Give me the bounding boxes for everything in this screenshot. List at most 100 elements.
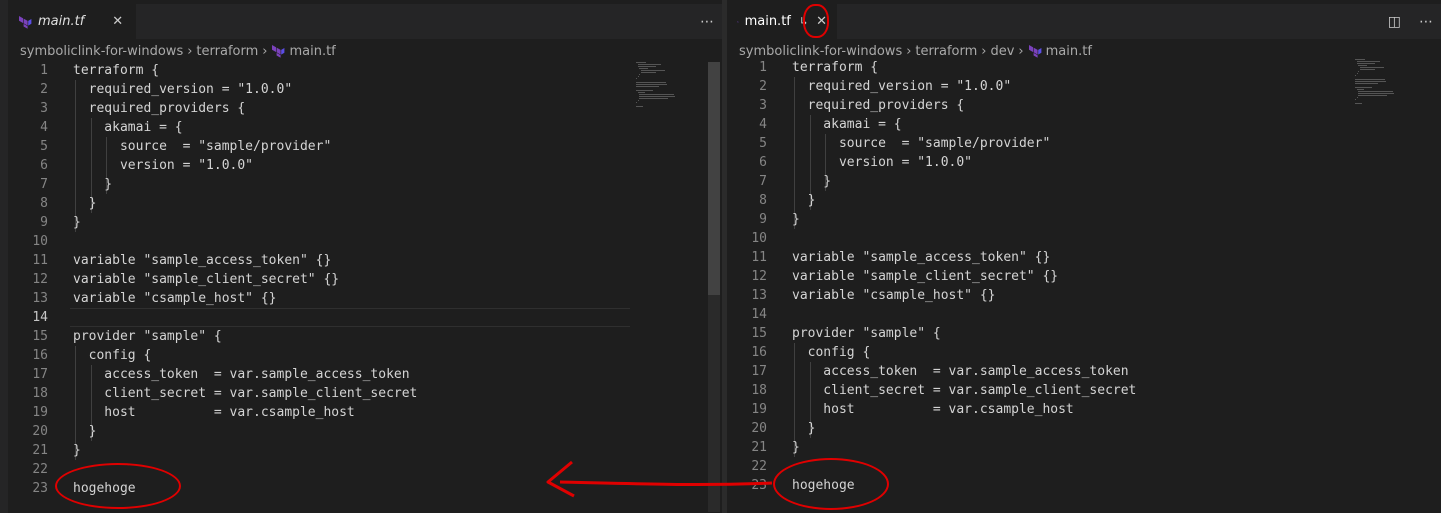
minimap-line [640,72,657,73]
code-line[interactable]: 4 akamai = { [8,118,628,137]
code-text: required_version = "1.0.0" [792,79,1012,94]
close-icon[interactable]: ✕ [112,14,123,29]
line-number: 17 [32,367,48,382]
code-text: provider "sample" { [792,326,941,341]
line-number: 7 [40,177,48,192]
more-actions-icon[interactable]: ⋯ [1419,14,1433,30]
code-line[interactable]: 9} [727,210,1347,229]
split-editor-icon[interactable]: ◫ [1388,14,1401,30]
code-line[interactable]: 14 [727,305,1347,324]
left-code-editor[interactable]: 1 terraform {2 required_version = "1.0.0"… [8,61,722,513]
left-breadcrumb: symboliclink-for-windows › terraform › m… [20,40,336,62]
breadcrumb-item[interactable]: symboliclink-for-windows [20,44,183,59]
code-line[interactable]: 10 [727,229,1347,248]
symlink-annotation-circle [803,4,829,38]
code-text: } [792,212,800,227]
more-actions-icon[interactable]: ⋯ [700,14,714,30]
line-number: 7 [759,174,767,189]
code-line[interactable]: 20 } [727,419,1347,438]
code-line[interactable]: 12 variable "sample_client_secret" {} [8,270,628,289]
line-number: 11 [751,250,767,265]
line-number: 9 [759,212,767,227]
code-line[interactable]: 17 access_token = var.sample_access_toke… [8,365,628,384]
code-text: required_version = "1.0.0" [73,82,293,97]
terraform-icon [19,15,32,29]
code-line[interactable]: 14 [8,308,628,327]
code-text: akamai = { [792,117,902,132]
minimap-line [1355,103,1363,104]
line-number: 1 [759,60,767,75]
code-line[interactable]: 18 client_secret = var.sample_client_sec… [8,384,628,403]
code-line[interactable]: 3 required_providers { [8,99,628,118]
breadcrumb-item[interactable]: terraform [915,44,977,59]
code-line[interactable]: 16 config { [8,346,628,365]
code-line[interactable]: 1 terraform { [727,58,1347,77]
code-line[interactable]: 11 variable "sample_access_token" {} [727,248,1347,267]
breadcrumb-item[interactable]: main.tf [289,44,335,59]
line-number: 6 [759,155,767,170]
minimap-line [636,84,667,85]
right-minimap[interactable] [1355,59,1415,119]
code-line[interactable]: 5 source = "sample/provider" [727,134,1347,153]
line-number: 19 [32,405,48,420]
code-line[interactable]: 18 client_secret = var.sample_client_sec… [727,381,1347,400]
code-line[interactable]: 8 } [727,191,1347,210]
line-number: 10 [751,231,767,246]
line-number: 19 [751,402,767,417]
code-text: required_providers { [792,98,965,113]
code-text: } [73,443,81,458]
code-text: version = "1.0.0" [73,158,254,173]
line-number: 9 [40,215,48,230]
code-line[interactable]: 19 host = var.csample_host [8,403,628,422]
code-line[interactable]: 6 version = "1.0.0" [727,153,1347,172]
line-number: 13 [751,288,767,303]
minimap-line [639,68,649,69]
terraform-icon [1028,45,1042,58]
breadcrumb-item[interactable]: dev [990,44,1014,59]
code-line[interactable]: 6 version = "1.0.0" [8,156,628,175]
code-line[interactable]: 10 [8,232,628,251]
code-line[interactable]: 21} [727,438,1347,457]
code-line[interactable]: 15 provider "sample" { [727,324,1347,343]
code-line[interactable]: 17 access_token = var.sample_access_toke… [727,362,1347,381]
right-code-editor[interactable]: 1 terraform {2 required_version = "1.0.0"… [727,58,1441,513]
code-line[interactable]: 15 provider "sample" { [8,327,628,346]
line-number: 5 [759,136,767,151]
line-number: 12 [32,272,48,287]
code-line[interactable]: 3 required_providers { [727,96,1347,115]
line-number: 3 [759,98,767,113]
code-line[interactable]: 1 terraform { [8,61,628,80]
code-text: host = var.csample_host [73,405,355,420]
right-hogehoge-annotation-circle [773,458,889,510]
code-line[interactable]: 19 host = var.csample_host [727,400,1347,419]
code-line[interactable]: 2 required_version = "1.0.0" [727,77,1347,96]
code-line[interactable]: 8 } [8,194,628,213]
code-line[interactable]: 9} [8,213,628,232]
code-line[interactable]: 13 variable "csample_host" {} [727,286,1347,305]
code-line[interactable]: 7 } [727,172,1347,191]
minimap-line [637,64,661,65]
code-line[interactable]: 7 } [8,175,628,194]
breadcrumb-item[interactable]: main.tf [1046,44,1092,59]
code-line[interactable]: 21} [8,441,628,460]
code-line[interactable]: 16 config { [727,343,1347,362]
code-line[interactable]: 4 akamai = { [727,115,1347,134]
code-line[interactable]: 11 variable "sample_access_token" {} [8,251,628,270]
left-scrollbar-thumb[interactable] [708,62,720,295]
breadcrumb-item[interactable]: terraform [196,44,258,59]
code-line[interactable]: 5 source = "sample/provider" [8,137,628,156]
left-tab-main-tf[interactable]: main.tf ✕ [8,4,136,39]
breadcrumb-item[interactable]: symboliclink-for-windows [739,44,902,59]
code-line[interactable]: 13 variable "csample_host" {} [8,289,628,308]
code-line[interactable]: 12 variable "sample_client_secret" {} [727,267,1347,286]
chevron-right-icon: › [906,43,912,59]
right-editor-group: main.tf ↳ ✕ ◫ ⋯ symboliclink-for-windows… [727,0,1441,513]
line-number: 4 [40,120,48,135]
minimap-line [637,92,645,93]
code-line[interactable]: 20 } [8,422,628,441]
code-text: } [73,215,81,230]
line-number: 2 [40,82,48,97]
left-minimap[interactable] [636,62,696,122]
line-number: 8 [40,196,48,211]
code-line[interactable]: 2 required_version = "1.0.0" [8,80,628,99]
